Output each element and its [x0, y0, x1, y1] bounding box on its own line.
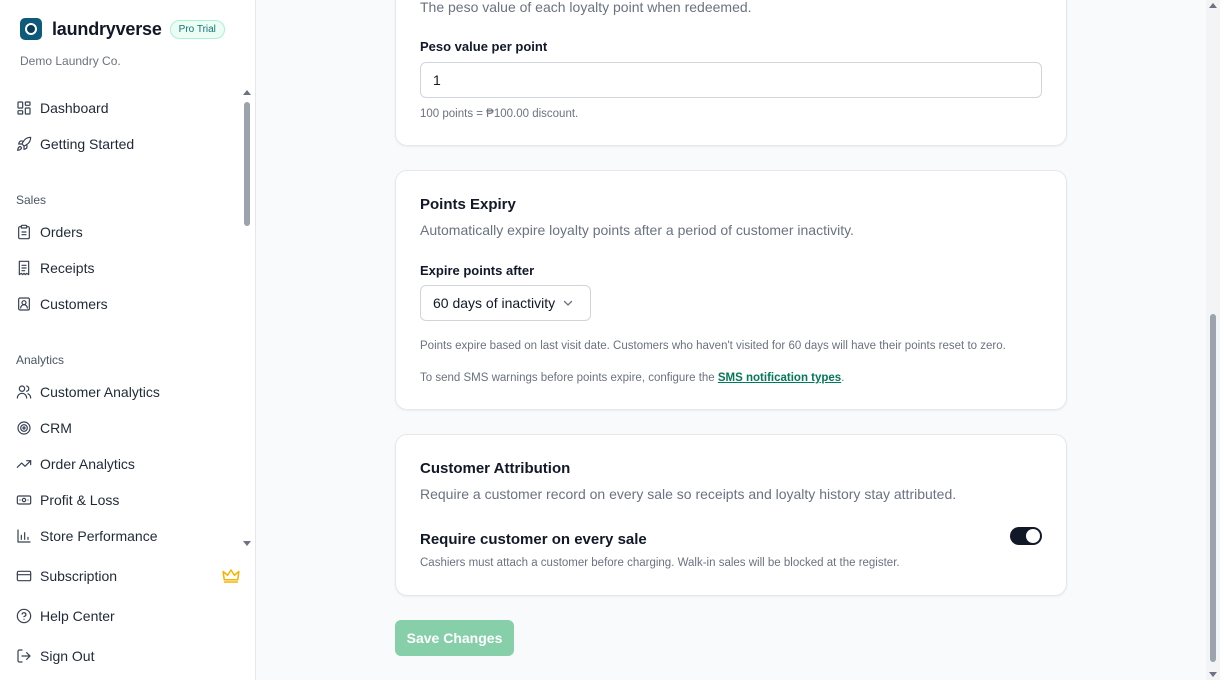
sidebar-item-help-center[interactable]: Help Center: [16, 605, 115, 627]
expire-after-select[interactable]: 60 days of inactivity: [420, 285, 591, 321]
section-label-analytics: Analytics: [16, 353, 65, 367]
peso-value-label: Peso value per point: [420, 39, 548, 54]
sidebar-item-label: Store Performance: [40, 528, 158, 544]
banknote-icon: [16, 495, 32, 505]
sidebar-item-label: Customer Analytics: [40, 384, 160, 400]
sidebar-item-label: Subscription: [40, 568, 118, 584]
organization-name: Demo Laundry Co.: [20, 54, 121, 68]
brand-name: laundryverse: [52, 18, 162, 39]
settings-main: The peso value of each loyalty point whe…: [256, 0, 1206, 680]
sms-note-suffix: .: [841, 372, 845, 384]
sidebar-item-label: Getting Started: [40, 136, 135, 152]
sms-notification-types-link[interactable]: SMS notification types: [718, 372, 841, 384]
require-customer-label: Require customer on every sale: [420, 531, 647, 548]
sidebar-scrollbar[interactable]: [240, 88, 254, 548]
credit-card-icon: [16, 570, 32, 582]
clipboard-icon: [18, 224, 30, 240]
chevron-down-icon: [564, 300, 573, 306]
users-icon: [16, 385, 32, 399]
section-label-sales: Sales: [16, 193, 47, 207]
points-expiry-hint: Points expire based on last visit date. …: [420, 340, 1006, 352]
sidebar-item-orders[interactable]: Orders: [16, 221, 83, 243]
sidebar-item-label: Profit & Loss: [40, 492, 120, 508]
sidebar-item-order-analytics[interactable]: Order Analytics: [16, 453, 135, 475]
sms-warning-note: To send SMS warnings before points expir…: [420, 372, 844, 384]
sidebar-item-label: Sign Out: [40, 648, 95, 664]
expire-after-label: Expire points after: [420, 263, 535, 278]
sidebar-item-label: Orders: [40, 224, 83, 240]
sidebar-scrollbar-thumb[interactable]: [244, 102, 250, 226]
sidebar-item-customer-analytics[interactable]: Customer Analytics: [16, 381, 160, 403]
sms-note-prefix: To send SMS warnings before points expir…: [420, 372, 718, 384]
redemption-value-card: The peso value of each loyalty point whe…: [395, 0, 1067, 146]
sidebar-item-store-performance[interactable]: Store Performance: [16, 525, 158, 547]
sidebar-item-profit-loss[interactable]: Profit & Loss: [16, 489, 119, 511]
help-circle-icon: [16, 608, 32, 624]
crown-icon: [222, 569, 240, 583]
sidebar: laundryverse Pro Trial Demo Laundry Co. …: [0, 0, 256, 680]
sidebar-item-label: Help Center: [40, 608, 115, 624]
redemption-description: The peso value of each loyalty point whe…: [420, 0, 752, 15]
contact-icon: [18, 297, 30, 311]
sidebar-item-label: Receipts: [40, 260, 95, 276]
page-scrollbar[interactable]: [1206, 0, 1220, 680]
sidebar-item-sign-out[interactable]: Sign Out: [16, 645, 94, 667]
pro-trial-badge: Pro Trial: [169, 19, 225, 39]
sidebar-item-customers[interactable]: Customers: [16, 293, 108, 315]
points-expiry-title: Points Expiry: [420, 196, 516, 213]
rocket-icon: [17, 136, 32, 151]
sidebar-item-receipts[interactable]: Receipts: [16, 257, 94, 279]
points-expiry-description: Automatically expire loyalty points afte…: [420, 222, 854, 238]
sidebar-item-label: Dashboard: [40, 100, 109, 116]
expire-after-selected-value: 60 days of inactivity: [433, 295, 556, 311]
page-scroll-up-arrow-icon[interactable]: [1209, 3, 1217, 8]
trending-up-icon: [16, 460, 32, 468]
layout-grid-icon: [17, 101, 31, 115]
customer-attribution-description: Require a customer record on every sale …: [420, 486, 957, 502]
sidebar-item-getting-started[interactable]: Getting Started: [16, 133, 134, 155]
page-scrollbar-thumb[interactable]: [1210, 314, 1216, 662]
peso-value-input[interactable]: [420, 62, 1042, 98]
sidebar-item-crm[interactable]: CRM: [16, 417, 72, 439]
customer-attribution-title: Customer Attribution: [420, 460, 571, 477]
save-changes-button[interactable]: Save Changes: [395, 620, 514, 656]
log-out-icon: [17, 649, 31, 663]
receipt-icon: [18, 260, 30, 276]
redemption-hint: 100 points = ₱100.00 discount.: [420, 108, 579, 120]
require-customer-toggle[interactable]: [1010, 527, 1042, 545]
scroll-up-arrow-icon[interactable]: [243, 90, 251, 95]
customer-attribution-card: Customer Attribution Require a customer …: [395, 434, 1067, 596]
scroll-down-arrow-icon[interactable]: [243, 541, 251, 546]
sidebar-item-label: Order Analytics: [40, 456, 135, 472]
laundryverse-logo-icon: [20, 18, 42, 40]
page-scroll-down-arrow-icon[interactable]: [1209, 672, 1217, 677]
sidebar-item-dashboard[interactable]: Dashboard: [16, 97, 109, 119]
sidebar-item-label: CRM: [40, 420, 72, 436]
sidebar-nav: Dashboard Getting Started Sales Orders R…: [0, 88, 252, 548]
toggle-knob: [1026, 529, 1040, 543]
target-icon: [17, 421, 31, 435]
points-expiry-card: Points Expiry Automatically expire loyal…: [395, 170, 1067, 410]
bar-chart-icon: [17, 529, 31, 543]
sidebar-item-label: Customers: [40, 296, 108, 312]
require-customer-hint: Cashiers must attach a customer before c…: [420, 557, 900, 569]
sidebar-item-subscription[interactable]: Subscription: [16, 565, 117, 587]
brand[interactable]: laundryverse Pro Trial: [20, 18, 225, 40]
